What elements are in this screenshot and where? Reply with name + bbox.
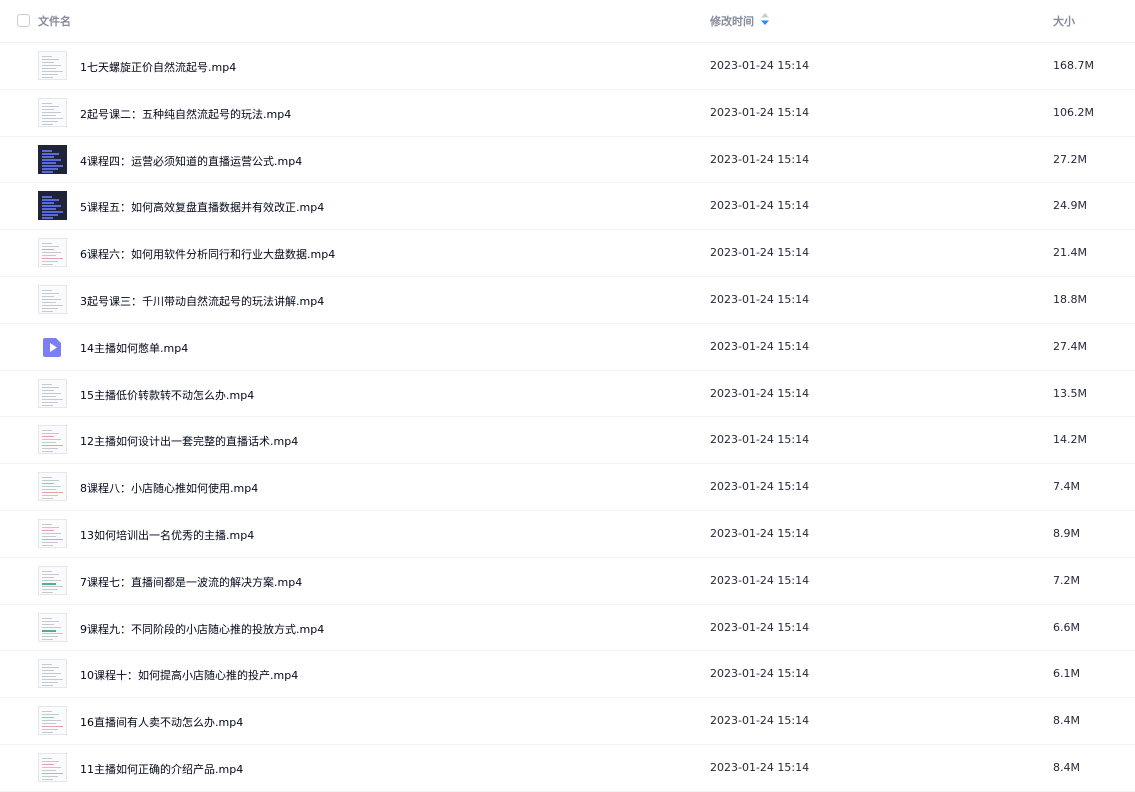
file-size: 7.4M <box>1053 480 1080 494</box>
file-modified-time: 2023-01-24 15:14 <box>710 105 810 119</box>
video-thumbnail <box>38 612 67 642</box>
column-header-size[interactable]: 大小 <box>1053 13 1075 29</box>
file-row[interactable]: 6课程六：如何用软件分析同行和行业大盘数据.mp4 2023-01-24 15:1… <box>0 230 1135 277</box>
video-thumbnail <box>38 378 67 408</box>
video-thumbnail <box>38 97 67 127</box>
file-size: 8.9M <box>1053 526 1080 540</box>
file-name[interactable]: 13如何培训出一名优秀的主播.mp4 <box>80 527 254 543</box>
video-thumbnail <box>38 518 67 548</box>
file-modified-time: 2023-01-24 15:14 <box>710 760 810 774</box>
file-modified-time: 2023-01-24 15:14 <box>710 199 810 213</box>
file-row[interactable]: 16直播间有人卖不动怎么办.mp4 2023-01-24 15:14 8.4M <box>0 698 1135 745</box>
file-name[interactable]: 11主播如何正确的介绍产品.mp4 <box>80 761 243 777</box>
file-row[interactable]: 1七天螺旋正价自然流起号.mp4 2023-01-24 15:14 168.7M <box>0 43 1135 90</box>
file-modified-time: 2023-01-24 15:14 <box>710 620 810 634</box>
file-size: 6.1M <box>1053 667 1080 681</box>
file-row[interactable]: 13如何培训出一名优秀的主播.mp4 2023-01-24 15:14 8.9M <box>0 511 1135 558</box>
file-size: 7.2M <box>1053 573 1080 587</box>
file-modified-time: 2023-01-24 15:14 <box>710 339 810 353</box>
video-thumbnail <box>38 51 67 80</box>
video-thumbnail <box>38 706 67 736</box>
file-size: 27.2M <box>1053 152 1087 166</box>
file-list: 1七天螺旋正价自然流起号.mp4 2023-01-24 15:14 168.7M 2起… <box>0 43 1135 792</box>
file-size: 24.9M <box>1053 199 1087 213</box>
file-row[interactable]: 9课程九：不同阶段的小店随心推的投放方式.mp4 2023-01-24 15:14… <box>0 605 1135 652</box>
file-name[interactable]: 12主播如何设计出一套完整的直播话术.mp4 <box>80 433 298 449</box>
file-size: 18.8M <box>1053 292 1087 306</box>
file-size: 8.4M <box>1053 760 1080 774</box>
file-size: 13.5M <box>1053 386 1087 400</box>
file-modified-time: 2023-01-24 15:14 <box>710 292 810 306</box>
video-thumbnail <box>38 284 67 314</box>
file-name[interactable]: 2起号课二：五种纯自然流起号的玩法.mp4 <box>80 106 291 122</box>
file-size: 21.4M <box>1053 246 1087 260</box>
video-thumbnail <box>38 752 67 782</box>
file-name[interactable]: 3起号课三：千川带动自然流起号的玩法讲解.mp4 <box>80 293 324 309</box>
file-modified-time: 2023-01-24 15:14 <box>710 573 810 587</box>
column-header-name[interactable]: 文件名 <box>38 13 71 29</box>
video-thumbnail <box>38 565 67 595</box>
file-row[interactable]: 10课程十：如何提高小店随心推的投产.mp4 2023-01-24 15:14 6.… <box>0 651 1135 699</box>
file-row[interactable]: 14主播如何憋单.mp4 2023-01-24 15:14 27.4M <box>0 324 1135 371</box>
file-size: 8.4M <box>1053 714 1080 728</box>
sort-icon[interactable] <box>761 13 769 25</box>
file-size: 168.7M <box>1053 59 1094 72</box>
file-modified-time: 2023-01-24 15:14 <box>710 526 810 540</box>
file-list-header: 文件名 修改时间 大小 <box>0 0 1135 43</box>
file-row[interactable]: 3起号课三：千川带动自然流起号的玩法讲解.mp4 2023-01-24 15:14… <box>0 277 1135 324</box>
file-name[interactable]: 7课程七：直播间都是一波流的解决方案.mp4 <box>80 574 302 590</box>
file-size: 106.2M <box>1053 105 1094 119</box>
file-row[interactable]: 12主播如何设计出一套完整的直播话术.mp4 2023-01-24 15:14 14… <box>0 417 1135 465</box>
file-modified-time: 2023-01-24 15:14 <box>710 386 810 400</box>
file-name[interactable]: 5课程五：如何高效复盘直播数据并有效改正.mp4 <box>80 199 324 215</box>
file-modified-time: 2023-01-24 15:14 <box>710 714 810 728</box>
file-name[interactable]: 16直播间有人卖不动怎么办.mp4 <box>80 714 243 730</box>
file-size: 14.2M <box>1053 433 1087 447</box>
file-modified-time: 2023-01-24 15:14 <box>710 152 810 166</box>
video-thumbnail <box>38 238 67 268</box>
file-size: 6.6M <box>1053 620 1080 634</box>
file-size: 27.4M <box>1053 339 1087 353</box>
file-row[interactable]: 15主播低价转款转不动怎么办.mp4 2023-01-24 15:14 13.5M <box>0 371 1135 418</box>
file-row[interactable]: 8课程八：小店随心推如何使用.mp4 2023-01-24 15:14 7.4M <box>0 464 1135 511</box>
file-row[interactable]: 4课程四：运营必须知道的直播运营公式.mp4 2023-01-24 15:14 27… <box>0 137 1135 184</box>
file-modified-time: 2023-01-24 15:14 <box>710 667 810 681</box>
video-file-icon <box>38 332 67 361</box>
file-row[interactable]: 11主播如何正确的介绍产品.mp4 2023-01-24 15:14 8.4M <box>0 745 1135 792</box>
video-thumbnail <box>38 659 67 689</box>
file-modified-time: 2023-01-24 15:14 <box>710 480 810 494</box>
file-name[interactable]: 1七天螺旋正价自然流起号.mp4 <box>80 59 236 75</box>
file-name[interactable]: 9课程九：不同阶段的小店随心推的投放方式.mp4 <box>80 621 324 637</box>
video-thumbnail <box>38 425 67 455</box>
file-modified-time: 2023-01-24 15:14 <box>710 246 810 260</box>
file-name[interactable]: 15主播低价转款转不动怎么办.mp4 <box>80 387 254 403</box>
column-header-modified-time[interactable]: 修改时间 <box>710 13 754 29</box>
video-thumbnail <box>38 191 67 221</box>
file-modified-time: 2023-01-24 15:14 <box>710 433 810 447</box>
file-row[interactable]: 7课程七：直播间都是一波流的解决方案.mp4 2023-01-24 15:14 7.… <box>0 558 1135 605</box>
video-thumbnail <box>38 144 67 174</box>
file-name[interactable]: 14主播如何憋单.mp4 <box>80 340 188 356</box>
file-row[interactable]: 5课程五：如何高效复盘直播数据并有效改正.mp4 2023-01-24 15:14… <box>0 183 1135 231</box>
video-thumbnail <box>38 472 67 502</box>
file-name[interactable]: 4课程四：运营必须知道的直播运营公式.mp4 <box>80 153 302 169</box>
select-all-checkbox[interactable] <box>17 14 30 27</box>
file-name[interactable]: 8课程八：小店随心推如何使用.mp4 <box>80 480 258 496</box>
file-row[interactable]: 2起号课二：五种纯自然流起号的玩法.mp4 2023-01-24 15:14 106… <box>0 90 1135 137</box>
file-name[interactable]: 10课程十：如何提高小店随心推的投产.mp4 <box>80 667 298 683</box>
file-name[interactable]: 6课程六：如何用软件分析同行和行业大盘数据.mp4 <box>80 246 335 262</box>
file-modified-time: 2023-01-24 15:14 <box>710 59 810 72</box>
